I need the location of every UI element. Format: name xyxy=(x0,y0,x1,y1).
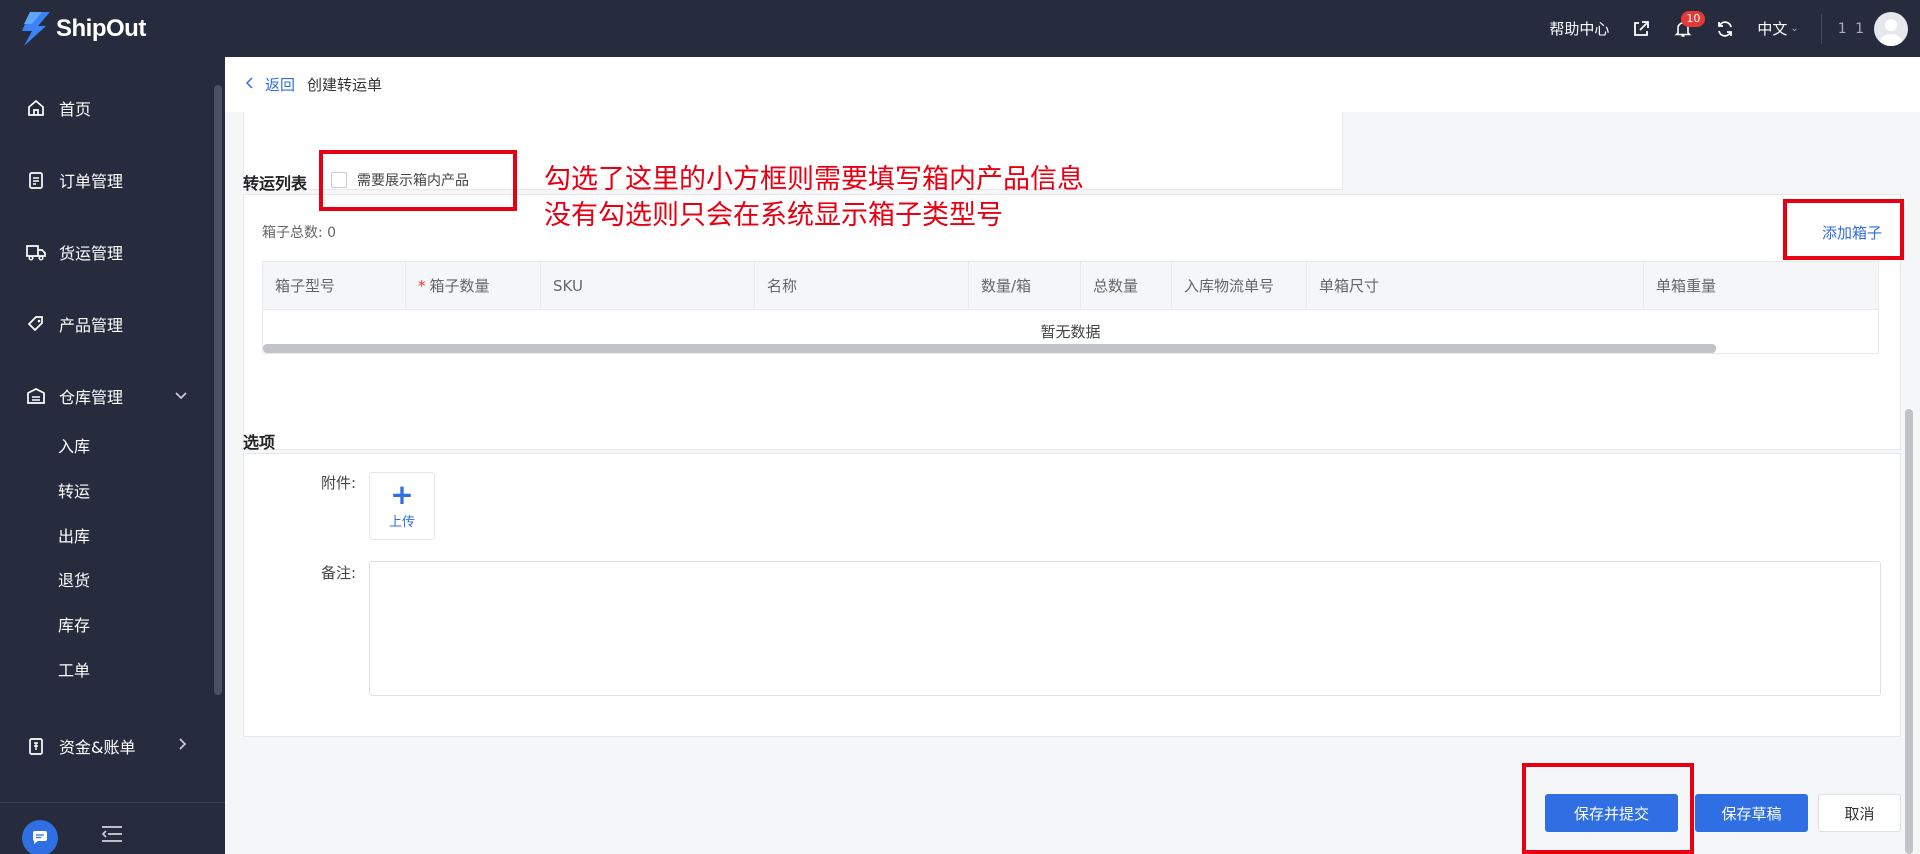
options-title: 选项 xyxy=(243,433,276,452)
sidebar-item-label: 仓库管理 xyxy=(59,388,124,407)
annotation-box-add-box xyxy=(1783,199,1904,260)
sidebar: 首页 订单管理 货运管理 产品管理 仓库管理 入库 转运 出库 退货 库存 工单 xyxy=(0,57,225,854)
sidebar-subitem-inbound[interactable]: 入库 xyxy=(58,433,90,457)
sidebar-item-shipping[interactable]: 货运管理 xyxy=(0,232,215,272)
transfer-list-card: 箱子总数: 0 添加箱子 箱子型号 * 箱子数量 SKU 名称 数量/箱 总数量 … xyxy=(243,194,1901,450)
sidebar-item-label: 产品管理 xyxy=(59,316,124,335)
remark-input[interactable] xyxy=(369,561,1881,696)
options-card: 附件: + 上传 备注: xyxy=(243,453,1901,737)
sidebar-item-billing[interactable]: 资金&账单 xyxy=(0,726,215,766)
cancel-button[interactable]: 取消 xyxy=(1818,794,1901,832)
export-icon[interactable] xyxy=(1631,19,1651,39)
column-header: SKU xyxy=(541,262,755,310)
header-divider xyxy=(1820,13,1822,44)
sidebar-subitem-inventory[interactable]: 库存 xyxy=(58,612,90,636)
sidebar-item-orders[interactable]: 订单管理 xyxy=(0,160,215,200)
collapse-menu-icon[interactable] xyxy=(100,825,124,847)
chevron-left-icon xyxy=(245,76,253,93)
sidebar-scrollbar[interactable] xyxy=(214,85,222,695)
refresh-icon[interactable] xyxy=(1715,19,1735,39)
sidebar-subitem-outbound[interactable]: 出库 xyxy=(58,523,90,547)
sidebar-item-label: 订单管理 xyxy=(59,172,124,191)
truck-icon xyxy=(25,241,47,263)
column-header: 单箱重量 xyxy=(1656,277,1717,295)
brand-name: ShipOut xyxy=(56,15,146,42)
column-header: 名称 xyxy=(755,262,969,310)
annotation-text-line1: 勾选了这里的小方框则需要填写箱内产品信息 xyxy=(544,164,1084,195)
top-bar: ShipOut 帮助中心 10 中文 ⌄ 1 1 xyxy=(0,0,1920,57)
avatar[interactable] xyxy=(1874,11,1908,46)
plus-icon: + xyxy=(390,477,414,511)
chevron-down-icon xyxy=(175,388,187,404)
column-header: * 箱子数量 xyxy=(406,262,541,310)
sidebar-subitem-transfer[interactable]: 转运 xyxy=(58,478,90,502)
annotation-box-checkbox xyxy=(319,150,517,211)
sidebar-divider xyxy=(0,802,225,803)
sidebar-item-label: 货运管理 xyxy=(59,244,124,263)
notification-badge: 10 xyxy=(1681,10,1706,27)
upload-label: 上传 xyxy=(388,514,415,530)
sidebar-item-warehouse[interactable]: 仓库管理 xyxy=(0,376,215,416)
sidebar-item-label: 首页 xyxy=(59,100,92,119)
column-header: 数量/箱 xyxy=(969,262,1081,310)
language-switcher[interactable]: 中文 ⌄ xyxy=(1757,18,1798,39)
annotation-text-line2: 没有勾选则只会在系统显示箱子类型号 xyxy=(544,200,1003,231)
page-title: 创建转运单 xyxy=(307,76,383,94)
save-draft-button[interactable]: 保存草稿 xyxy=(1695,794,1808,832)
bell-icon[interactable]: 10 xyxy=(1673,10,1706,39)
column-header: 总数量 xyxy=(1081,262,1172,310)
breadcrumb: 返回 创建转运单 xyxy=(225,57,1920,112)
language-label: 中文 xyxy=(1757,20,1788,38)
table-header: 箱子型号 * 箱子数量 SKU 名称 数量/箱 总数量 入库物流单号 单箱尺寸 单… xyxy=(263,262,1878,310)
annotation-box-submit xyxy=(1522,763,1694,854)
sidebar-subitem-returns[interactable]: 退货 xyxy=(58,567,90,591)
bill-icon xyxy=(25,735,47,757)
help-center-link[interactable]: 帮助中心 xyxy=(1549,18,1609,39)
user-name[interactable]: 1 1 xyxy=(1838,21,1866,37)
brand-logo[interactable]: ShipOut xyxy=(20,12,146,46)
chevron-right-icon xyxy=(179,738,187,754)
chevron-down-icon: ⌄ xyxy=(1790,23,1799,34)
table-horizontal-scrollbar[interactable] xyxy=(263,344,1716,353)
sidebar-subitem-workorder[interactable]: 工单 xyxy=(58,657,90,681)
back-label: 返回 xyxy=(265,76,296,94)
main-scrollbar[interactable] xyxy=(1905,409,1913,854)
warehouse-icon xyxy=(25,385,47,407)
order-icon xyxy=(25,169,47,191)
sidebar-item-products[interactable]: 产品管理 xyxy=(0,304,215,344)
home-icon xyxy=(25,97,47,119)
chat-icon[interactable] xyxy=(22,820,58,854)
upload-button[interactable]: + 上传 xyxy=(369,472,435,540)
column-header: 入库物流单号 xyxy=(1172,262,1307,310)
sidebar-item-home[interactable]: 首页 xyxy=(0,88,215,128)
column-header: 单箱尺寸 xyxy=(1307,262,1644,310)
boxes-table: 箱子型号 * 箱子数量 SKU 名称 数量/箱 总数量 入库物流单号 单箱尺寸 单… xyxy=(262,261,1879,354)
box-total: 箱子总数: 0 xyxy=(262,225,337,241)
sidebar-item-label: 资金&账单 xyxy=(59,738,136,757)
transfer-list-title: 转运列表 xyxy=(243,174,308,193)
back-link[interactable]: 返回 xyxy=(245,74,295,95)
shipout-logo-icon xyxy=(20,12,52,46)
column-header: 箱子型号 xyxy=(263,262,406,310)
tag-icon xyxy=(25,313,47,335)
attachment-label: 附件: xyxy=(321,474,357,492)
remark-label: 备注: xyxy=(321,564,357,582)
